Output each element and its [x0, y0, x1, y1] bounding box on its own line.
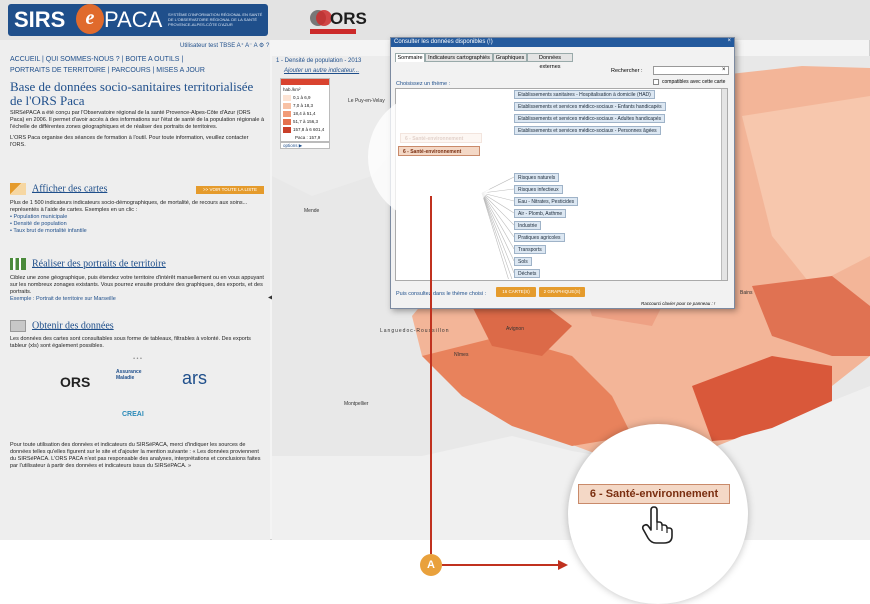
- ors-logo: ORS: [310, 8, 367, 36]
- then-consult-label: Puis consultez dans le thème choisi :: [396, 291, 487, 297]
- app-window: SIRS e PACA SYSTÈME D'INFORMATION RÉGION…: [0, 0, 870, 540]
- subtheme-item[interactable]: Transports: [514, 245, 546, 254]
- example-link-1[interactable]: • Population municipale: [10, 214, 265, 221]
- zoom-callout: 6 - Santé-environnement: [568, 424, 748, 604]
- portrait-example-link[interactable]: Exemple : Portrait de territoire sur Mar…: [10, 296, 265, 303]
- highlight-circle: [368, 92, 498, 222]
- callout-line-vertical: [430, 196, 432, 554]
- highlighted-theme[interactable]: 6 - Santé-environnement: [398, 146, 480, 156]
- user-toolbar[interactable]: Utilisateur test TBSE A⁺ A⁻ A ⚙ ?: [180, 43, 269, 50]
- shortcut-hint: Raccourci clavier pour ce panneau : !: [641, 301, 716, 306]
- map-legend: hab./km² 0,1 à 6,9 7,0 à 18,3 18,4 à 51,…: [280, 78, 330, 142]
- page-title: Base de données socio-sanitaires territo…: [10, 79, 254, 108]
- nav-line-1[interactable]: ACCUEIL | QUI SOMMES-NOUS ? | BOITE A OU…: [10, 54, 265, 65]
- footer-legal: Pour toute utilisation des données et in…: [10, 442, 261, 469]
- header: SIRS e PACA SYSTÈME D'INFORMATION RÉGION…: [0, 0, 870, 40]
- graphs-count-button[interactable]: 2 GRAPHIQUE(S): [539, 287, 585, 297]
- section-data-text: Les données des cartes sont consultables…: [10, 336, 251, 349]
- dots-divider: • • •: [133, 356, 142, 362]
- section-maps-title[interactable]: Afficher des cartes: [10, 183, 107, 195]
- subtheme-item[interactable]: Air - Plomb, Asthme: [514, 209, 567, 218]
- logo-e: e: [76, 4, 104, 34]
- indicator-title[interactable]: 1 - Densité de population - 2013: [276, 58, 401, 64]
- clear-search-icon[interactable]: ×: [722, 67, 726, 73]
- close-icon[interactable]: ×: [727, 38, 731, 44]
- table-icon: [10, 320, 26, 332]
- creai-logo: CREAI: [122, 411, 144, 418]
- logo-text-sirs: SIRS: [14, 7, 66, 32]
- subtheme-item[interactable]: Industrie: [514, 221, 542, 230]
- maps-count-button[interactable]: 16 CARTE(S): [496, 287, 536, 297]
- subtheme-item[interactable]: Déchets: [514, 269, 541, 278]
- sirsepaca-logo[interactable]: SIRS e PACA SYSTÈME D'INFORMATION RÉGION…: [8, 4, 268, 36]
- example-link-3[interactable]: • Taux brut de mortalité infantile: [10, 228, 265, 235]
- map-toolbar: 1 - Densité de population - 2013 Ajouter…: [272, 56, 402, 78]
- ors-partner-logo: ORS: [60, 374, 91, 390]
- zoom-theme-button: 6 - Santé-environnement: [578, 484, 730, 504]
- intro-paragraph-1: SIRSéPACA a été conçu par l'Observatoire…: [10, 110, 265, 130]
- add-indicator-link[interactable]: Ajouter un autre indicateur...: [284, 68, 359, 74]
- see-all-list-button[interactable]: >> VOIR TOUTE LA LISTE: [196, 186, 264, 194]
- tab-donnees-externes[interactable]: Données externes: [527, 53, 573, 70]
- main-nav: ACCUEIL | QUI SOMMES-NOUS ? | BOITE A OU…: [10, 54, 265, 76]
- section-portraits-title[interactable]: Réaliser des portraits de territoire: [10, 258, 166, 270]
- left-panel: Utilisateur test TBSE A⁺ A⁻ A ⚙ ? ACCUEI…: [0, 40, 270, 540]
- place-languedoc: Languedoc-Roussillon: [380, 328, 450, 334]
- callout-line-horizontal: [442, 564, 560, 566]
- place-mende: Mende: [304, 208, 320, 214]
- subtheme-item[interactable]: Eau - Nitrates, Pesticides: [514, 197, 579, 206]
- nav-line-2[interactable]: PORTRAITS DE TERRITOIRE | PARCOURS | MIS…: [10, 65, 265, 76]
- tab-graphiques[interactable]: Graphiques: [493, 53, 527, 62]
- tab-sommaire[interactable]: Sommaire: [395, 53, 425, 62]
- callout-marker-a: A: [420, 554, 442, 576]
- subtheme-item[interactable]: Risques naturels: [514, 173, 560, 182]
- subtheme-item[interactable]: Risques infectieux: [514, 185, 563, 194]
- legend-footer: Paca : 157,9: [295, 135, 321, 140]
- choose-theme-label: Choisissez un thème :: [396, 81, 451, 87]
- ors-logo-text: ORS: [330, 9, 367, 28]
- place-nimes: Nîmes: [454, 352, 469, 358]
- place-bains: Bains: [740, 290, 753, 296]
- subtheme-item[interactable]: Pratiques agricoles: [514, 233, 565, 242]
- intro-paragraph-2: L'ORS Paca organise des séances de forma…: [10, 135, 249, 148]
- hand-cursor-icon: [641, 506, 673, 544]
- search-label: Rechercher :: [611, 68, 643, 74]
- map-section-icon: [10, 183, 26, 195]
- place-le-puy: Le Puy-en-Velay: [348, 98, 385, 104]
- bar-chart-icon: [10, 258, 26, 270]
- callout-arrow-icon: [558, 560, 568, 570]
- example-link-2[interactable]: • Densité de population: [10, 221, 265, 228]
- place-avignon: Avignon: [506, 326, 524, 332]
- compatible-label: compatibles avec cette carte: [662, 79, 726, 85]
- section-portraits-text: Ciblez une zone géographique, puis étend…: [10, 275, 265, 303]
- compatible-checkbox[interactable]: [653, 79, 659, 85]
- section-data-title[interactable]: Obtenir des données: [10, 320, 114, 332]
- ars-logo: ars: [182, 368, 208, 388]
- search-input[interactable]: [653, 66, 729, 75]
- assurance-maladie-logo: Assurance Maladie: [116, 369, 142, 381]
- intro: SIRSéPACA a été conçu par l'Observatoire…: [10, 110, 265, 149]
- legend-unit: hab./km²: [283, 87, 301, 92]
- logo-tagline: SYSTÈME D'INFORMATION RÉGIONAL EN SANTÉ …: [168, 12, 263, 27]
- place-montpellier: Montpellier: [344, 401, 369, 407]
- tab-indicateurs[interactable]: Indicateurs cartographiés: [425, 53, 493, 62]
- dialog-title: Consulter les données disponibles (!): [391, 38, 734, 47]
- section-maps-text: Plus de 1 500 indicateurs indicateurs so…: [10, 200, 265, 235]
- partner-logos: ORS Assurance Maladie ars CREAI: [50, 368, 230, 418]
- subtheme-item[interactable]: Sols: [514, 257, 532, 266]
- logo-text-paca: PACA: [104, 7, 163, 32]
- map-options-button[interactable]: options ▶: [280, 142, 330, 149]
- tree-scrollbar[interactable]: [721, 89, 727, 280]
